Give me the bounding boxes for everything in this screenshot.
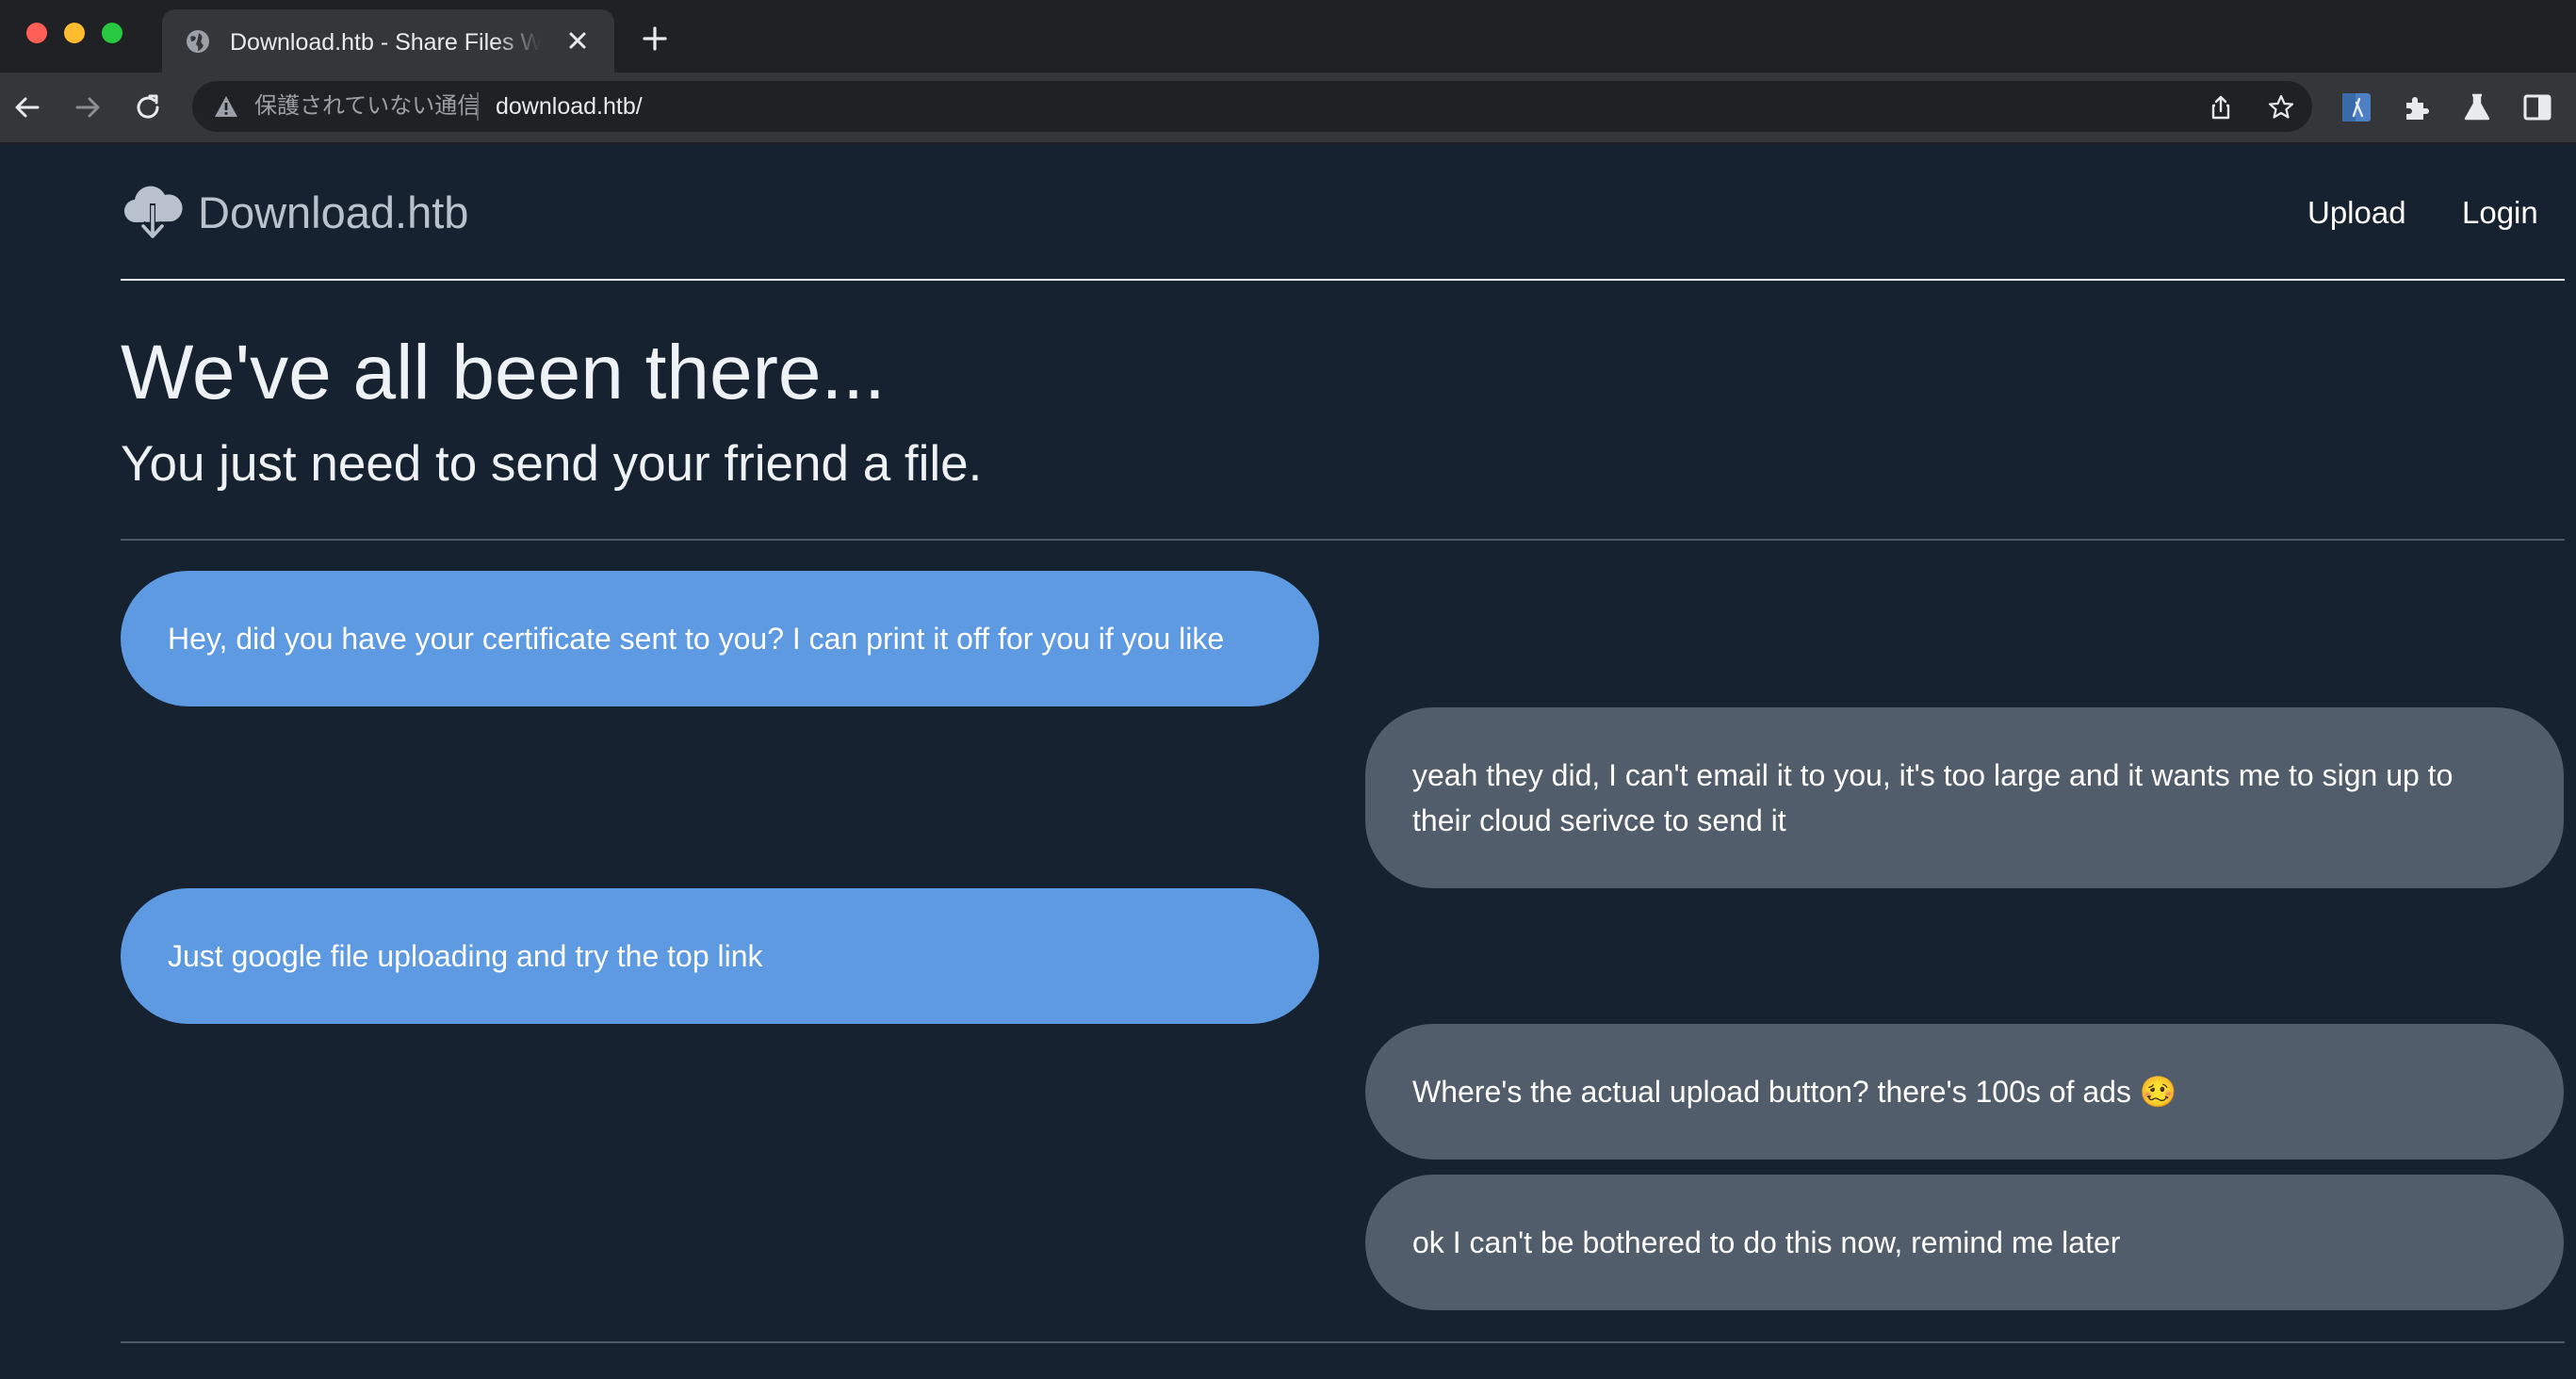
chat-message-text: Just google file uploading and try the t…	[168, 939, 763, 973]
brand-name[interactable]: Download.htb	[198, 185, 468, 241]
reload-icon[interactable]	[132, 91, 164, 123]
chat-message-sent: Just google file uploading and try the t…	[121, 888, 1319, 1024]
browser-tab-active[interactable]: Download.htb - Share Files With Ease	[162, 9, 614, 73]
hero-title: We've all been there...	[121, 330, 886, 415]
chat-message-text: ok I can't be bothered to do this now, r…	[1412, 1225, 2121, 1259]
omnibox-divider	[477, 92, 479, 121]
close-tab-icon[interactable]	[563, 26, 592, 55]
nav-login-link[interactable]: Login	[2462, 192, 2538, 234]
window-zoom-button[interactable]	[102, 23, 122, 43]
browser-tab-strip: Download.htb - Share Files With Ease	[0, 0, 2576, 73]
bookmark-star-icon[interactable]	[2267, 93, 2295, 122]
forward-arrow-icon[interactable]	[72, 91, 104, 123]
cloud-download-icon	[123, 186, 183, 242]
chat-message-sent: Hey, did you have your certificate sent …	[121, 571, 1319, 706]
warning-icon[interactable]	[213, 94, 239, 119]
chat-message-text: Where's the actual upload button? there'…	[1412, 1075, 2177, 1109]
new-tab-button[interactable]	[641, 24, 669, 53]
window-close-button[interactable]	[26, 23, 47, 43]
side-panel-icon[interactable]	[2521, 91, 2553, 123]
share-icon[interactable]	[2207, 93, 2235, 122]
chat-message-text: Hey, did you have your certificate sent …	[168, 622, 1225, 656]
hero-subtitle: You just need to send your friend a file…	[121, 436, 983, 492]
extensions-puzzle-icon[interactable]	[2401, 91, 2433, 123]
section-divider	[121, 539, 2565, 541]
tab-title: Download.htb - Share Files With Ease	[230, 29, 541, 56]
nav-upload-link[interactable]: Upload	[2307, 192, 2406, 234]
window-minimize-button[interactable]	[64, 23, 85, 43]
chat-message-received: yeah they did, I can't email it to you, …	[1365, 707, 2564, 888]
labs-flask-icon[interactable]	[2461, 91, 2493, 123]
header-divider	[121, 279, 2565, 281]
globe-icon	[187, 30, 209, 53]
back-arrow-icon[interactable]	[11, 91, 43, 123]
not-secure-label[interactable]: 保護されていない通信	[254, 90, 480, 122]
chat-message-received: ok I can't be bothered to do this now, r…	[1365, 1175, 2564, 1310]
browser-toolbar: 保護されていない通信 download.htb/	[0, 73, 2576, 144]
footer-divider	[121, 1341, 2565, 1343]
url-text[interactable]: download.htb/	[496, 90, 643, 122]
chat-message-received: Where's the actual upload button? there'…	[1365, 1024, 2564, 1160]
address-bar[interactable]: 保護されていない通信 download.htb/	[192, 81, 2312, 132]
chat-message-text: yeah they did, I can't email it to you, …	[1412, 758, 2454, 837]
extension-translate-icon[interactable]	[2340, 91, 2372, 123]
